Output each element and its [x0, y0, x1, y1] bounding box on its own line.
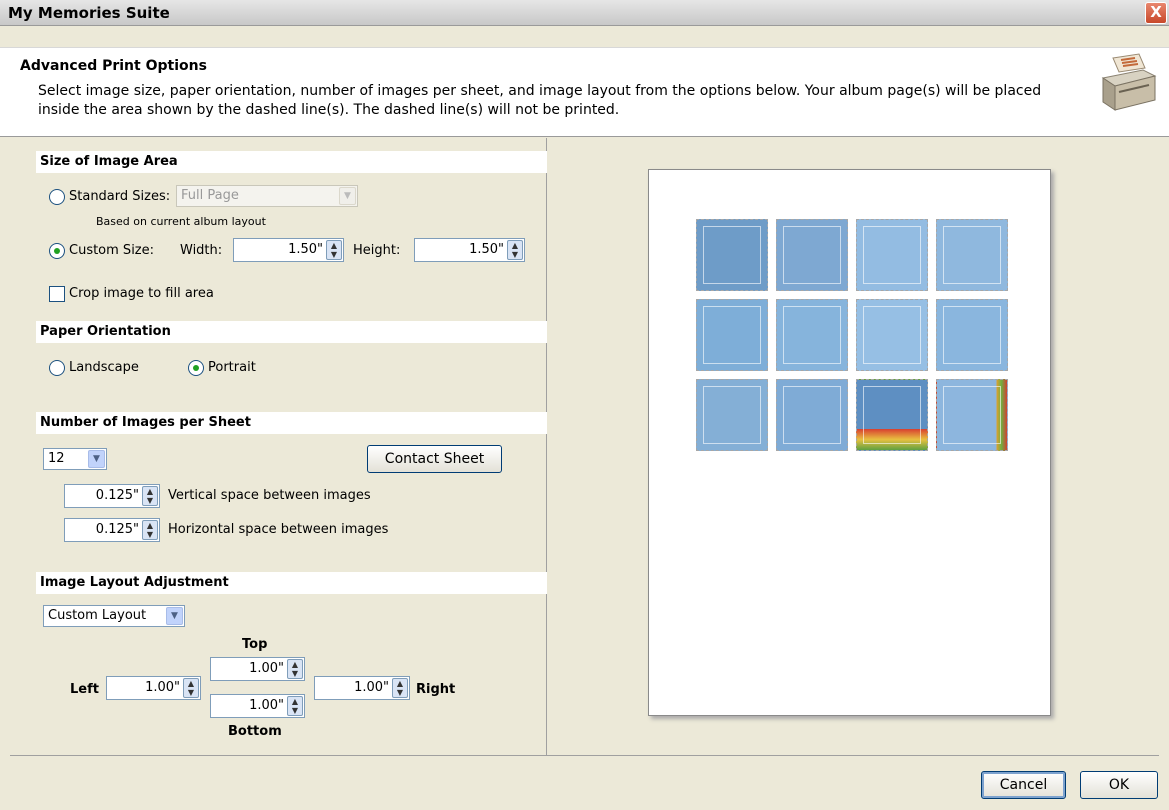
thumbnail — [936, 219, 1008, 291]
window-title: My Memories Suite — [8, 4, 170, 22]
footer-divider — [10, 755, 1159, 756]
right-label-text: Right — [416, 682, 456, 697]
bottom-margin-field[interactable]: 1.00" ▲ ▼ — [210, 694, 305, 718]
top-label: Top — [242, 637, 268, 652]
preview-panel — [548, 138, 1159, 755]
left-margin-field[interactable]: 1.00" ▲ ▼ — [106, 676, 201, 700]
standard-sizes-value: Full Page — [181, 188, 239, 203]
images-per-sheet-select[interactable]: 12 ▼ — [43, 448, 107, 470]
top-margin-value: 1.00" — [249, 661, 284, 676]
vertical-space-field[interactable]: 0.125" ▲ ▼ — [64, 484, 160, 508]
layout-mode-value: Custom Layout — [48, 608, 147, 623]
size-section-header: Size of Image Area — [36, 151, 547, 173]
ok-button[interactable]: OK — [1080, 771, 1158, 799]
landscape-label: Landscape — [69, 360, 139, 375]
standard-sizes-select[interactable]: Full Page ▼ — [176, 185, 358, 207]
spinner-icon[interactable]: ▲ ▼ — [183, 678, 199, 698]
custom-size-label: Custom Size: — [69, 243, 155, 258]
spinner-icon[interactable]: ▲ ▼ — [392, 678, 408, 698]
height-value: 1.50" — [469, 242, 504, 257]
thumbnail — [776, 219, 848, 291]
horizontal-space-field[interactable]: 0.125" ▲ ▼ — [64, 518, 160, 542]
images-per-sheet-value: 12 — [48, 451, 65, 466]
bottom-margin-value: 1.00" — [249, 698, 284, 713]
thumbnail — [776, 299, 848, 371]
contact-sheet-button[interactable]: Contact Sheet — [367, 445, 502, 473]
cancel-button[interactable]: Cancel — [981, 771, 1066, 799]
printer-icon — [1101, 53, 1157, 111]
options-panel: Size of Image Area Standard Sizes: Full … — [10, 138, 547, 755]
per-sheet-section-header: Number of Images per Sheet — [36, 412, 547, 434]
thumbnail — [856, 219, 928, 291]
horizontal-space-label: Horizontal space between images — [168, 522, 389, 537]
print-options-dialog: My Memories Suite X Advanced Print Optio… — [0, 0, 1169, 810]
spinner-icon[interactable]: ▲ ▼ — [507, 240, 523, 260]
close-button[interactable]: X — [1145, 2, 1167, 24]
spinner-icon[interactable]: ▲ ▼ — [142, 486, 158, 506]
spinner-icon[interactable]: ▲ ▼ — [287, 696, 303, 716]
thumbnail — [696, 299, 768, 371]
right-margin-field[interactable]: 1.00" ▲ ▼ — [314, 676, 410, 700]
standard-sizes-label: Standard Sizes: — [69, 189, 171, 204]
left-label: Left — [70, 682, 99, 697]
chevron-down-icon: ▼ — [339, 187, 356, 205]
vertical-space-value: 0.125" — [95, 488, 139, 503]
orientation-section-header: Paper Orientation — [36, 321, 547, 343]
crop-label: Crop image to fill area — [69, 286, 214, 301]
vertical-space-label: Vertical space between images — [168, 488, 371, 503]
height-label: Height: — [353, 243, 401, 258]
thumbnail — [696, 379, 768, 451]
thumbnail — [856, 299, 928, 371]
layout-section-header: Image Layout Adjustment — [36, 572, 547, 594]
spinner-icon[interactable]: ▲ ▼ — [326, 240, 342, 260]
standard-sizes-note: Based on current album layout — [96, 215, 266, 228]
header-title: Advanced Print Options — [20, 58, 207, 74]
width-value: 1.50" — [288, 242, 323, 257]
header-description: Select image size, paper orientation, nu… — [38, 83, 1042, 118]
spinner-icon[interactable]: ▲ ▼ — [142, 520, 158, 540]
thumbnail — [936, 299, 1008, 371]
thumbnail — [776, 379, 848, 451]
top-margin-field[interactable]: 1.00" ▲ ▼ — [210, 657, 305, 681]
horizontal-space-value: 0.125" — [95, 522, 139, 537]
thumbnail — [856, 379, 928, 451]
chevron-down-icon: ▼ — [166, 607, 183, 625]
width-label: Width: — [180, 243, 223, 258]
custom-size-radio[interactable] — [49, 243, 65, 259]
crop-checkbox[interactable] — [49, 286, 65, 302]
right-margin-value: 1.00" — [354, 680, 389, 695]
page-preview — [648, 169, 1051, 716]
width-field[interactable]: 1.50" ▲ ▼ — [233, 238, 344, 262]
dialog-header: Advanced Print Options Select image size… — [0, 47, 1169, 137]
thumbnail — [696, 219, 768, 291]
spinner-icon[interactable]: ▲ ▼ — [287, 659, 303, 679]
landscape-radio[interactable] — [49, 360, 65, 376]
bottom-label: Bottom — [228, 724, 282, 739]
chevron-down-icon: ▼ — [88, 450, 105, 468]
height-field[interactable]: 1.50" ▲ ▼ — [414, 238, 525, 262]
left-margin-value: 1.00" — [145, 680, 180, 695]
standard-sizes-radio[interactable] — [49, 189, 65, 205]
portrait-label: Portrait — [208, 360, 256, 375]
thumbnail — [936, 379, 1008, 451]
title-bar[interactable]: My Memories Suite X — [0, 0, 1169, 26]
layout-mode-select[interactable]: Custom Layout ▼ — [43, 605, 185, 627]
portrait-radio[interactable] — [188, 360, 204, 376]
